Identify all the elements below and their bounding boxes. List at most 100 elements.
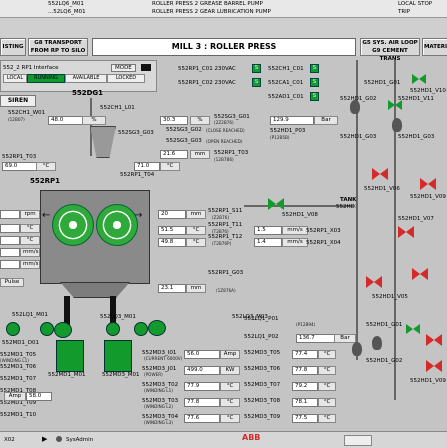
motor-row-value2: 77.5 [292,414,318,423]
rp1-interface-panel: 552_2 RP1 Interface MODE LOCAL RUNNING A… [0,60,157,92]
motor-row-unit2: °C [318,350,336,359]
roller-right [96,204,138,246]
unit-sg3-g03: % [190,116,210,125]
brand-logo: ABB [242,433,261,442]
tag-hd1-v07: 552HD1_V07 [398,216,434,222]
pump-lq3-left-icon[interactable] [106,322,120,336]
alarm-text-1: ROLLER PRESS 2 GREASE BARREL PUMP [152,1,263,7]
motor-row-value: 77.8 [184,398,220,407]
tag-rp1-g03-sub: (1Z876A) [216,288,236,293]
valve-red-2-icon[interactable] [420,178,436,190]
accumulator-4-icon [372,336,382,350]
tag-sg3-g03b: 552SG3_G03 [166,138,202,144]
pump-lq3-right-icon[interactable] [134,322,148,336]
nav-button-left[interactable]: ISTING [0,38,26,56]
valve-v10-icon[interactable] [412,74,426,84]
tag-md1-m01: 552MD1_M01 [48,372,86,378]
nav-button-g5-air-loop[interactable]: G5 SYS. AIR LOOP G9 CEMENT TRANS [360,38,420,62]
hopper [90,126,116,158]
alarm-status-1: LOCAL STOP [398,1,433,7]
valve-red-b2-icon[interactable] [426,334,442,346]
valve-red-3-icon[interactable] [398,226,414,238]
motor-row-unit2: °C [318,382,336,391]
value-rpm [0,210,20,219]
value-rp1-t12: 49.8 [158,238,186,247]
tag-rp1-t11: 552RP1_T11 [208,222,243,228]
taskbar-item-x02[interactable]: X02 [4,437,15,443]
unit-hd1-p03: Bar [314,116,338,125]
taskbar-widget[interactable] [344,435,372,446]
status-box-ad1[interactable]: S [310,92,319,101]
value-rp1-x04: 1.4 [254,238,282,247]
tag-rp1-x03: 552RP1_X03 [306,228,341,234]
status-box-ca1[interactable]: S [310,78,319,87]
tag-hd1-v09b: 552HD1_V09 [410,378,446,384]
valve-red-b3-icon[interactable] [426,360,442,372]
nav-button-materials[interactable]: MATERI [422,38,447,56]
taskbar-item-sysadmin[interactable]: SysAdmin [66,437,93,443]
tag-rp1-s11: 552RP1_S11 [208,208,243,214]
motor-row-value: 499.0 [184,366,220,375]
status-box-c02[interactable]: S [252,78,261,87]
valve-red-4-icon[interactable] [366,276,382,288]
alarm-status-2: TRIP [398,9,411,15]
tag-md1-t07: 552MD1_T07 [0,376,37,382]
value-gap: 21.6 [160,150,188,159]
motor-row-sub: (WINDING L2) [144,404,173,409]
unit-gap: mm [190,150,210,159]
motor-row-unit: °C [220,382,240,391]
tag-rp1-t12: 552RP1_T12 [208,234,243,240]
value-rp1-t03b: 71.0 [134,162,160,171]
motor-row-value: 77.6 [184,414,220,423]
valve-green-b1-icon[interactable] [406,324,420,334]
motor-row-unit: Amp [220,350,240,359]
tag-rp1-x04: 552RP1_X04 [306,240,341,246]
siren-button[interactable]: SIREN [0,95,36,107]
state-local: LOCAL [3,74,27,83]
status-box-c01[interactable]: S [252,64,261,73]
value-hd1-p03: 129.9 [270,116,314,125]
motor-row-tag2: 552MD3_T05 [244,350,281,356]
valve-red-1-icon[interactable] [372,168,388,180]
unit-left-mms2: mm/s [20,260,40,269]
valve-red-5-icon[interactable] [412,268,428,280]
tag-lq3-m01: 552LQ3_M01 [100,314,136,320]
roller-left [52,204,94,246]
motor-md1-icon[interactable] [56,340,84,372]
tag-sg3-g02-sub: (CLOSE REACHED) [206,128,245,133]
tag-hd1-v11: 552HD1_V11 [398,96,434,102]
unit-rp1-t11: °C [186,226,206,235]
tag-ca1-c01: 552CA1_C01 [268,80,304,86]
state-running: RUNNING [27,74,65,83]
pump-lq1-left-icon[interactable] [6,322,20,336]
motor-row-value2: 77.8 [292,366,318,375]
tag-rp1: 552RP1 [30,177,61,185]
alarm-tag-2: ...52LQ6_M01 [48,9,86,15]
tag-hd1-v10: 552HD1_V10 [410,88,446,94]
state-locked: LOCKED [107,74,145,83]
tag-hd1-v08: 552HD1_V08 [282,212,318,218]
tag-sg3-g03: 552SG3_G03 [118,130,154,136]
motor-md3-icon[interactable] [104,340,132,372]
tag-rp1-t03b-sub: (12B7B6) [214,157,234,162]
unit-rp1-t12: °C [186,238,206,247]
unit-rp1-t03: °C [36,162,56,171]
value-sg3-g03: 30.3 [160,116,188,125]
pump-lq1-right-icon[interactable] [40,322,54,336]
value-rp1-s11: 20 [158,210,186,219]
tag-sg3-g01-sub: (2Z2B76) [214,120,234,125]
motor-row-sub: (WINDING L1) [144,388,173,393]
value-left-amp: 58.0 [26,392,52,401]
nav-button-g8-transport[interactable]: G8 TRANSPORT FROM RP TO SILO [28,38,88,56]
mode-label: MODE [111,64,136,72]
motor-row-sub: (CURRENT 6000V) [144,356,183,361]
status-box-ch1[interactable]: S [310,64,319,73]
motor-row-value2: 78.1 [292,398,318,407]
unit-rp1-x03: mm/s [282,226,308,235]
unit-ch1-w01: % [82,116,106,125]
valve-v08-icon[interactable] [268,198,284,210]
motor-row-unit2: °C [318,414,336,423]
unit-left-c1: °C [20,224,40,233]
motor-row-unit: °C [220,398,240,407]
motor-row-tag2: 552MD3_T06 [244,366,281,372]
